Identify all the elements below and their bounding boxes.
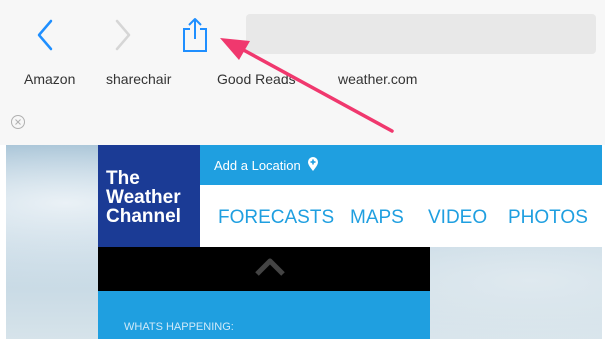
main-nav: FORECASTS MAPS VIDEO PHOTOS: [200, 185, 602, 247]
browser-toolbar: Amazon sharechair Good Reads weather.com: [0, 0, 605, 145]
share-icon: [183, 18, 207, 52]
back-button[interactable]: [28, 14, 62, 56]
location-pin-icon: [308, 157, 319, 171]
nav-video[interactable]: VIDEO: [428, 207, 487, 229]
nav-maps[interactable]: MAPS: [350, 207, 404, 229]
nav-photos[interactable]: PHOTOS: [508, 207, 588, 229]
bookmark-sharechair[interactable]: sharechair: [106, 71, 171, 87]
logo-line-3: Channel: [106, 206, 181, 227]
close-tab-button[interactable]: [10, 114, 26, 130]
forward-button[interactable]: [106, 14, 140, 56]
chevron-up-icon: [255, 258, 285, 276]
share-button[interactable]: [178, 14, 212, 56]
collapse-bar[interactable]: [98, 247, 430, 291]
whats-happening-panel: WHATS HAPPENING:: [98, 291, 430, 339]
add-location-bar: Add a Location: [200, 145, 602, 185]
chevron-left-icon: [37, 19, 53, 51]
add-location-link[interactable]: Add a Location: [214, 157, 319, 173]
bookmark-good-reads[interactable]: Good Reads: [217, 71, 296, 87]
bookmarks-bar: Amazon sharechair Good Reads weather.com: [0, 71, 605, 91]
nav-forecasts[interactable]: FORECASTS: [218, 207, 334, 229]
add-location-label: Add a Location: [214, 158, 301, 173]
logo-line-1: The: [106, 168, 140, 189]
chevron-right-icon: [115, 19, 131, 51]
bookmark-amazon[interactable]: Amazon: [24, 71, 75, 87]
bookmark-weather[interactable]: weather.com: [338, 71, 417, 87]
webpage-content: The Weather Channel Add a Location FOREC…: [6, 145, 602, 339]
address-bar[interactable]: [246, 14, 596, 54]
whats-happening-label: WHATS HAPPENING:: [124, 321, 234, 333]
logo-line-2: Weather: [106, 187, 181, 208]
close-circle-icon: [11, 115, 25, 129]
weather-channel-logo[interactable]: The Weather Channel: [98, 145, 200, 247]
